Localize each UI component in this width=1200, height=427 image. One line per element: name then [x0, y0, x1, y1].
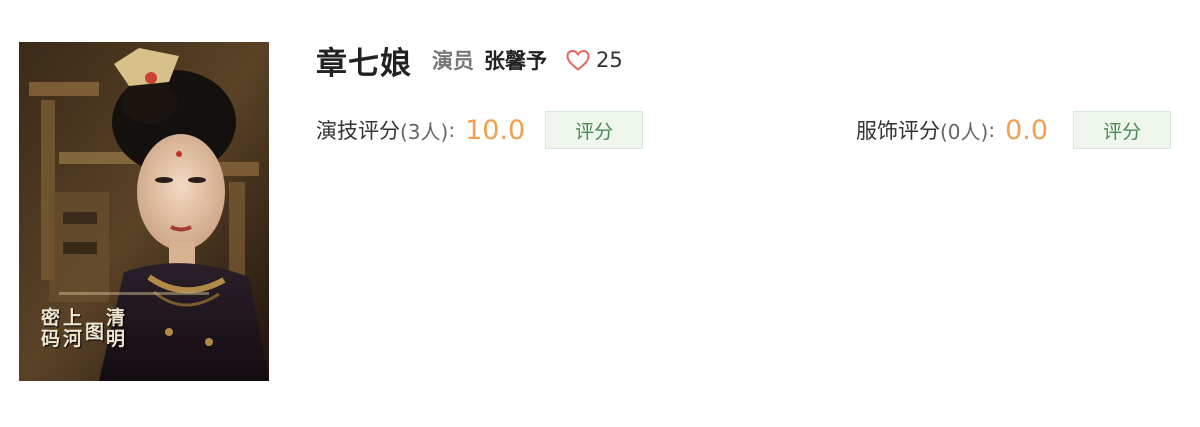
acting-rating-label: 演技评分	[316, 119, 400, 143]
costume-rating: 服饰评分 (0人) : 0.0 评分	[856, 110, 1172, 150]
poster-title-column-4: 清 明	[106, 307, 126, 350]
costume-rating-count: (0人)	[940, 119, 989, 144]
actor-label: 演员	[432, 49, 474, 73]
heart-outline-icon	[565, 48, 591, 72]
acting-rating-colon: :	[448, 118, 456, 142]
poster-title-column-1: 密 码	[41, 307, 61, 350]
acting-rate-button[interactable]: 评分	[545, 111, 644, 149]
costume-rating-label: 服饰评分	[856, 119, 940, 143]
character-name: 章七娘	[316, 45, 412, 82]
acting-rating-count: (3人)	[400, 119, 449, 144]
costume-rating-score: 0.0	[1005, 114, 1049, 146]
acting-rating-score: 10.0	[465, 114, 526, 146]
costume-rating-colon: :	[988, 118, 996, 142]
actor-name-link[interactable]: 张馨予	[484, 45, 547, 75]
like-count: 25	[596, 48, 623, 72]
costume-rate-button[interactable]: 评分	[1073, 111, 1172, 149]
character-header: 章七娘 演员 张馨予 25	[316, 38, 623, 82]
like-button[interactable]: 25	[565, 48, 623, 72]
poster-title-column-3: 图	[85, 321, 105, 343]
poster-title-column-2: 上 河	[63, 307, 83, 350]
character-poster[interactable]: 密 码 上 河 图 清 明	[19, 42, 269, 381]
acting-rating: 演技评分 (3人) : 10.0 评分	[316, 110, 644, 150]
